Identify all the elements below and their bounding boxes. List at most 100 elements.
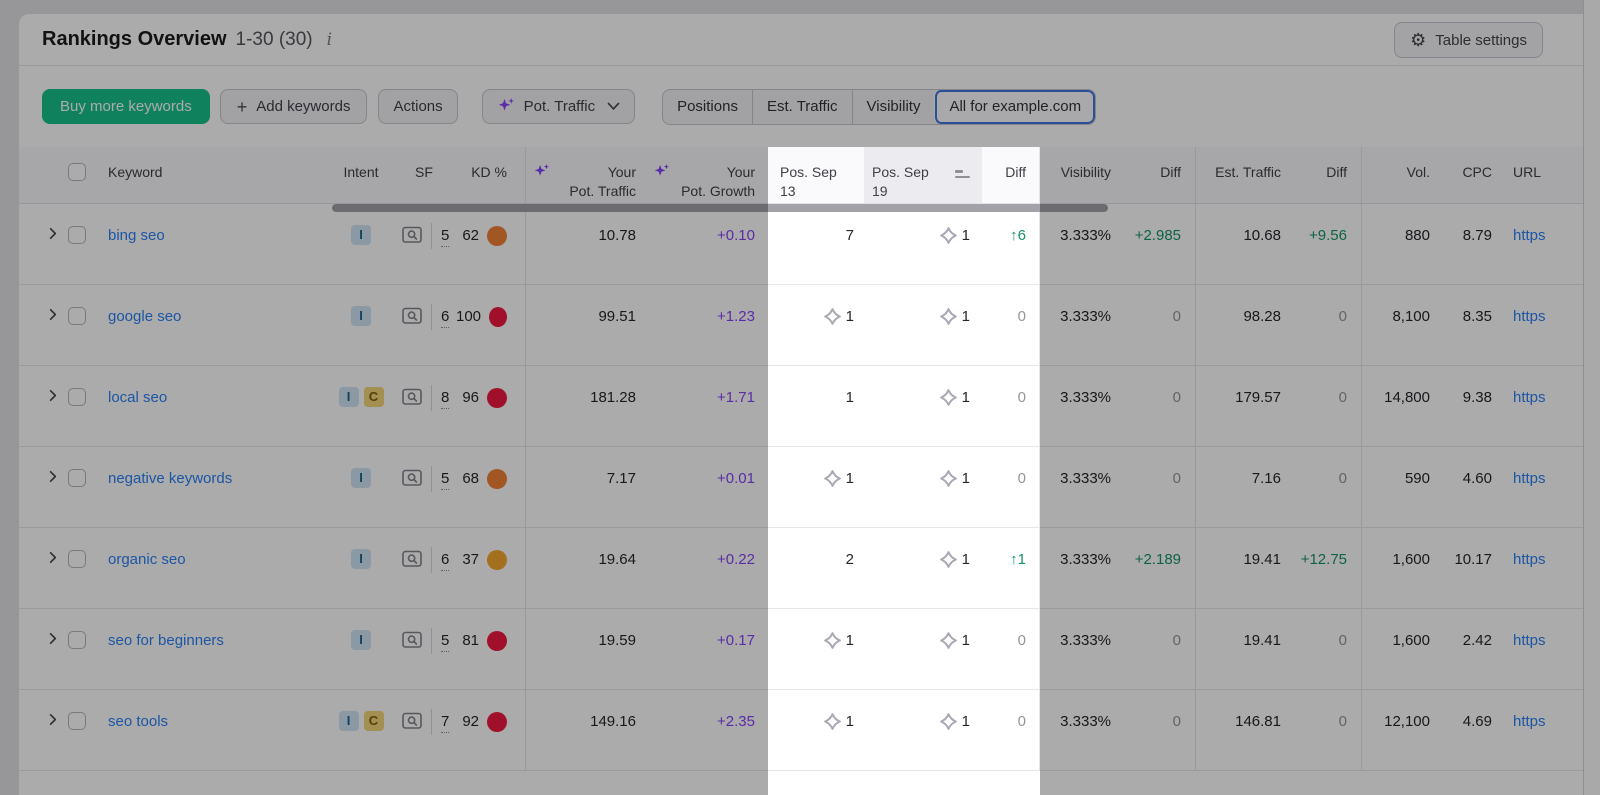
select-all-checkbox[interactable] xyxy=(68,163,86,181)
serp-features-count[interactable]: 6 xyxy=(441,307,449,328)
serp-features-count[interactable]: 6 xyxy=(441,550,449,571)
cpc-cell: 2.42 xyxy=(1442,609,1502,689)
kd-difficulty-dot xyxy=(489,307,507,327)
table-row: bing seoI56210.78+0.1071↑63.333%+2.98510… xyxy=(19,204,1583,285)
intent-badge-c[interactable]: C xyxy=(364,711,384,731)
column-header-pos-sep13[interactable]: Pos. Sep 13 xyxy=(768,147,864,203)
url-link[interactable]: https xyxy=(1513,307,1546,327)
serp-features-count[interactable]: 5 xyxy=(441,631,449,652)
intent-badge-i[interactable]: I xyxy=(351,225,371,245)
tab-positions[interactable]: Positions xyxy=(663,90,752,124)
keyword-link[interactable]: google seo xyxy=(108,307,181,327)
serp-features-icon[interactable] xyxy=(402,307,423,331)
column-header-pot-traffic[interactable]: YourPot. Traffic xyxy=(526,147,646,203)
keyword-link[interactable]: organic seo xyxy=(108,550,186,570)
serp-features-icon[interactable] xyxy=(402,226,423,250)
pot-growth-value: +1.23 xyxy=(717,307,755,327)
keyword-link[interactable]: local seo xyxy=(108,388,167,408)
row-checkbox[interactable] xyxy=(68,307,86,325)
serp-features-cell: 5 xyxy=(392,609,456,689)
column-header-visibility[interactable]: Visibility xyxy=(1040,147,1124,203)
row-expand-chevron[interactable] xyxy=(19,204,68,284)
row-expand-chevron[interactable] xyxy=(19,447,68,527)
row-expand-chevron[interactable] xyxy=(19,366,68,446)
row-checkbox[interactable] xyxy=(68,712,86,730)
row-expand-chevron[interactable] xyxy=(19,285,68,365)
url-link[interactable]: https xyxy=(1513,388,1546,408)
column-header-keyword[interactable]: Keyword xyxy=(100,147,330,203)
row-expand-chevron[interactable] xyxy=(19,609,68,689)
add-keywords-button[interactable]: + Add keywords xyxy=(220,89,368,124)
url-link[interactable]: https xyxy=(1513,226,1546,246)
column-header-diff2[interactable]: Diff xyxy=(1124,147,1196,203)
kd-difficulty-dot xyxy=(487,469,507,489)
vertical-scrollbar-gutter[interactable] xyxy=(1583,0,1600,795)
info-icon[interactable]: i xyxy=(327,30,332,50)
kd-cell: 37 xyxy=(456,528,526,608)
serp-features-count[interactable]: 7 xyxy=(441,712,449,733)
row-checkbox[interactable] xyxy=(68,388,86,406)
table-row: local seoIC896181.28+1.711103.333%0179.5… xyxy=(19,366,1583,447)
keyword-link[interactable]: seo tools xyxy=(108,712,168,732)
pot-traffic-cell: 181.28 xyxy=(526,366,646,446)
column-header-diff[interactable]: Diff xyxy=(982,147,1040,203)
row-checkbox[interactable] xyxy=(68,631,86,649)
url-link[interactable]: https xyxy=(1513,550,1546,570)
row-expand-chevron[interactable] xyxy=(19,690,68,770)
serp-features-icon[interactable] xyxy=(402,712,423,736)
column-header-url[interactable]: URL xyxy=(1502,147,1583,203)
column-header-pos-sep19[interactable]: Pos. Sep 19 xyxy=(864,147,982,203)
keyword-link[interactable]: bing seo xyxy=(108,226,165,246)
intent-badge-i[interactable]: I xyxy=(339,387,359,407)
row-checkbox[interactable] xyxy=(68,226,86,244)
url-link[interactable]: https xyxy=(1513,712,1546,732)
tab-visibility[interactable]: Visibility xyxy=(852,90,935,124)
pos-sep13-cell: 1 xyxy=(768,609,864,689)
column-header-sf[interactable]: SF xyxy=(392,147,456,203)
row-checkbox[interactable] xyxy=(68,469,86,487)
column-header-vol[interactable]: Vol. xyxy=(1362,147,1442,203)
serp-features-icon[interactable] xyxy=(402,550,423,574)
intent-badge-i[interactable]: I xyxy=(351,306,371,326)
row-expand-chevron[interactable] xyxy=(19,528,68,608)
serp-features-cell: 8 xyxy=(392,366,456,446)
actions-button[interactable]: Actions xyxy=(378,89,457,124)
intent-badge-i[interactable]: I xyxy=(339,711,359,731)
column-header-kd[interactable]: KD % xyxy=(456,147,526,203)
tab-est-traffic[interactable]: Est. Traffic xyxy=(752,90,852,124)
serp-features-count[interactable]: 5 xyxy=(441,469,449,490)
column-header-diff3[interactable]: Diff xyxy=(1293,147,1362,203)
kd-difficulty-dot xyxy=(487,631,507,651)
serp-features-icon[interactable] xyxy=(402,388,423,412)
url-link[interactable]: https xyxy=(1513,469,1546,489)
buy-more-keywords-button[interactable]: Buy more keywords xyxy=(42,89,210,124)
column-header-est-traffic[interactable]: Est. Traffic xyxy=(1196,147,1293,203)
intent-badge-c[interactable]: C xyxy=(364,387,384,407)
url-link[interactable]: https xyxy=(1513,631,1546,651)
pot-traffic-dropdown[interactable]: Pot. Traffic xyxy=(482,89,635,124)
horizontal-scrollbar[interactable] xyxy=(332,204,1108,212)
row-checkbox[interactable] xyxy=(68,550,86,568)
keyword-link[interactable]: negative keywords xyxy=(108,469,232,489)
serp-features-count[interactable]: 5 xyxy=(441,226,449,247)
intent-badge-i[interactable]: I xyxy=(351,468,371,488)
tab-all-for-example[interactable]: All for example.com xyxy=(934,90,1095,124)
pot-growth-value: +2.35 xyxy=(717,712,755,732)
column-header-cpc[interactable]: CPC xyxy=(1442,147,1502,203)
serp-features-icon[interactable] xyxy=(402,631,423,655)
column-header-pot-growth[interactable]: YourPot. Growth xyxy=(646,147,768,203)
position-value: 1 xyxy=(962,631,970,651)
cpc-cell: 4.60 xyxy=(1442,447,1502,527)
est-traffic-cell: 7.16 xyxy=(1196,447,1293,527)
intent-badge-i[interactable]: I xyxy=(351,549,371,569)
column-header-intent[interactable]: Intent xyxy=(330,147,392,203)
table-body: bing seoI56210.78+0.1071↑63.333%+2.98510… xyxy=(19,204,1583,771)
kd-cell: 92 xyxy=(456,690,526,770)
intent-badge-i[interactable]: I xyxy=(351,630,371,650)
keyword-link[interactable]: seo for beginners xyxy=(108,631,224,651)
pos-diff-value: 0 xyxy=(1018,631,1026,651)
serp-feature-position-icon xyxy=(824,470,841,493)
serp-features-icon[interactable] xyxy=(402,469,423,493)
serp-features-count[interactable]: 8 xyxy=(441,388,449,409)
table-settings-button[interactable]: ⚙ Table settings xyxy=(1394,22,1543,58)
